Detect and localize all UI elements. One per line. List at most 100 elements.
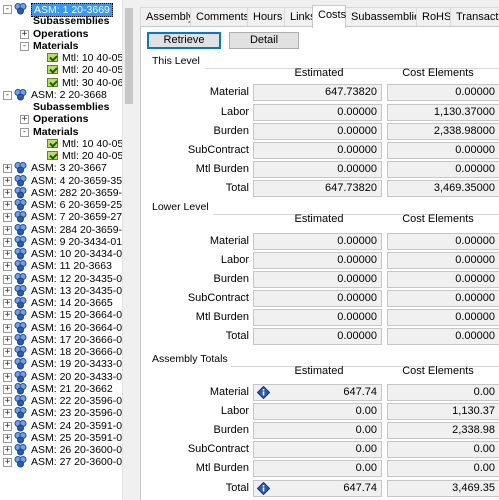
total-cost-elements-field[interactable]: 3,469.35000 — [387, 180, 499, 197]
tree-item[interactable]: + Operations — [0, 28, 122, 40]
subcontract-estimated-field[interactable]: 0.00000 — [253, 290, 382, 307]
material-cost-elements-field[interactable]: 0.00 — [387, 384, 499, 401]
burden-estimated-field[interactable]: 0.00000 — [253, 271, 382, 288]
labor-estimated-field[interactable]: 0.00000 — [253, 104, 382, 121]
total-estimated-field[interactable]: 647.74 — [253, 480, 382, 497]
subcontract-cost-elements-field[interactable]: 0.00000 — [387, 142, 499, 159]
tab-rohs[interactable]: RoHS — [416, 7, 451, 27]
expand-toggle-icon[interactable]: + — [3, 372, 12, 382]
expand-toggle-icon[interactable]: + — [20, 29, 29, 39]
burden-cost-elements-field[interactable]: 0.00000 — [387, 271, 499, 288]
tab-costs[interactable]: Costs — [312, 5, 346, 28]
tree-item[interactable]: + ASM: 22 20-3596-01 — [0, 395, 122, 407]
total-estimated-field[interactable]: 0.00000 — [253, 328, 382, 345]
tree-item[interactable]: - ASM: 2 20-3668 — [0, 88, 122, 101]
tab-comments[interactable]: Comments — [190, 7, 249, 27]
tree-item[interactable]: + ASM: 25 20-3591-02 — [0, 431, 122, 444]
expand-toggle-icon[interactable]: + — [3, 421, 12, 431]
mtl-burden-cost-elements-field[interactable]: 0.00000 — [387, 161, 499, 178]
info-icon[interactable] — [256, 481, 271, 496]
tree-item[interactable]: + ASM: 3 20-3667 — [0, 162, 122, 174]
expand-toggle-icon[interactable]: + — [3, 409, 12, 419]
tree-item[interactable]: + ASM: 18 20-3666-02 — [0, 346, 122, 358]
assembly-tree[interactable]: - ASM: 1 20-3669 Subassemblies + Operations -… — [0, 0, 122, 500]
tree-item[interactable]: Subassemblies — [0, 15, 122, 27]
tree-item[interactable]: + ASM: 6 20-3659-25 — [0, 199, 122, 211]
tree-item[interactable]: Subassemblies — [0, 101, 122, 113]
info-icon[interactable] — [256, 385, 271, 400]
tree-item[interactable]: + Operations — [0, 113, 122, 125]
labor-cost-elements-field[interactable]: 0.00000 — [387, 252, 499, 269]
total-estimated-field[interactable]: 647.73820 — [253, 180, 382, 197]
burden-estimated-field[interactable]: 0.00 — [253, 422, 382, 439]
tree-item[interactable]: + ASM: 21 20-3662 — [0, 382, 122, 395]
tree-item[interactable]: Mtl: 10 40-05 — [0, 138, 122, 150]
expand-toggle-icon[interactable]: + — [3, 323, 12, 333]
expand-toggle-icon[interactable]: + — [3, 384, 12, 394]
mtl-burden-estimated-field[interactable]: 0.00 — [253, 460, 382, 477]
tree-item[interactable]: + ASM: 7 20-3659-27 — [0, 211, 122, 223]
tab-subassemblies[interactable]: Subassemblies — [345, 7, 426, 27]
expand-toggle-icon[interactable]: + — [3, 274, 12, 284]
tree-item[interactable]: + ASM: 23 20-3596-02 — [0, 407, 122, 419]
material-estimated-field[interactable]: 0.00000 — [253, 233, 382, 250]
expand-toggle-icon[interactable]: + — [3, 201, 12, 210]
tab-hours[interactable]: Hours — [247, 7, 285, 27]
expand-toggle-icon[interactable]: + — [3, 164, 12, 174]
retrieve-button[interactable]: Retrieve — [147, 32, 221, 49]
tree-item[interactable]: Mtl: 30 40-06 — [0, 77, 122, 89]
expand-toggle-icon[interactable]: + — [3, 286, 12, 296]
tab-links[interactable]: Links — [284, 7, 316, 27]
subcontract-estimated-field[interactable]: 0.00 — [253, 441, 382, 458]
expand-toggle-icon[interactable]: + — [3, 250, 12, 259]
material-cost-elements-field[interactable]: 0.00000 — [387, 84, 499, 101]
tree-item[interactable]: - Materials — [0, 126, 122, 138]
expand-toggle-icon[interactable]: + — [3, 176, 12, 186]
tree-item[interactable]: Mtl: 20 40-05 — [0, 64, 122, 76]
tree-item[interactable]: + ASM: 15 20-3664-01 — [0, 309, 122, 321]
expand-toggle-icon[interactable]: + — [3, 225, 12, 235]
expand-toggle-icon[interactable]: + — [3, 348, 12, 357]
labor-cost-elements-field[interactable]: 1,130.37000 — [387, 104, 499, 121]
tree-item[interactable]: + ASM: 24 20-3591-01 — [0, 419, 122, 432]
expand-toggle-icon[interactable]: + — [3, 188, 12, 198]
collapse-toggle-icon[interactable]: - — [3, 5, 12, 14]
tree-item[interactable]: - ASM: 1 20-3669 — [0, 3, 122, 17]
expand-toggle-icon[interactable]: + — [3, 458, 12, 468]
expand-toggle-icon[interactable]: + — [20, 115, 29, 125]
expand-toggle-icon[interactable]: + — [3, 262, 12, 272]
tree-item[interactable]: + ASM: 9 20-3434-01 — [0, 235, 122, 248]
expand-toggle-icon[interactable]: + — [3, 299, 12, 308]
tree-item[interactable]: + ASM: 11 20-3663 — [0, 260, 122, 272]
tree-item[interactable]: - Materials — [0, 40, 122, 52]
tree-item[interactable]: + ASM: 12 20-3435-01 — [0, 272, 122, 285]
labor-cost-elements-field[interactable]: 1,130.37 — [387, 403, 499, 420]
expand-toggle-icon[interactable]: + — [3, 213, 12, 223]
collapse-toggle-icon[interactable]: - — [20, 127, 29, 137]
tree-item[interactable]: + ASM: 282 20-3659-7 — [0, 186, 122, 199]
burden-cost-elements-field[interactable]: 2,338.98 — [387, 422, 499, 439]
total-cost-elements-field[interactable]: 3,469.35 — [387, 480, 499, 497]
collapse-toggle-icon[interactable]: - — [3, 90, 12, 100]
labor-estimated-field[interactable]: 0.00 — [253, 403, 382, 420]
tree-item[interactable]: + ASM: 284 20-3659-1 — [0, 223, 122, 236]
tree-item[interactable]: + ASM: 20 20-3433-02 — [0, 370, 122, 383]
labor-estimated-field[interactable]: 0.00000 — [253, 252, 382, 269]
mtl-burden-cost-elements-field[interactable]: 0.00000 — [387, 309, 499, 326]
tab-transactio[interactable]: Transactio — [450, 7, 499, 27]
expand-toggle-icon[interactable]: + — [3, 335, 12, 345]
tree-item[interactable]: Mtl: 20 40-05 — [0, 150, 122, 162]
tree-item[interactable]: + ASM: 27 20-3600-02 — [0, 456, 122, 468]
expand-toggle-icon[interactable]: + — [3, 237, 12, 247]
tree-item[interactable]: + ASM: 16 20-3664-02 — [0, 321, 122, 334]
mtl-burden-estimated-field[interactable]: 0.00000 — [253, 161, 382, 178]
expand-toggle-icon[interactable]: + — [3, 311, 12, 321]
total-cost-elements-field[interactable]: 0.00000 — [387, 328, 499, 345]
tree-item[interactable]: + ASM: 17 20-3666-01 — [0, 333, 122, 346]
collapse-toggle-icon[interactable]: - — [20, 41, 29, 51]
material-estimated-field[interactable]: 647.73820 — [253, 84, 382, 101]
tree-scrollbar-thumb[interactable] — [125, 8, 133, 104]
expand-toggle-icon[interactable]: + — [3, 397, 12, 406]
expand-toggle-icon[interactable]: + — [3, 433, 12, 443]
subcontract-cost-elements-field[interactable]: 0.00000 — [387, 290, 499, 307]
